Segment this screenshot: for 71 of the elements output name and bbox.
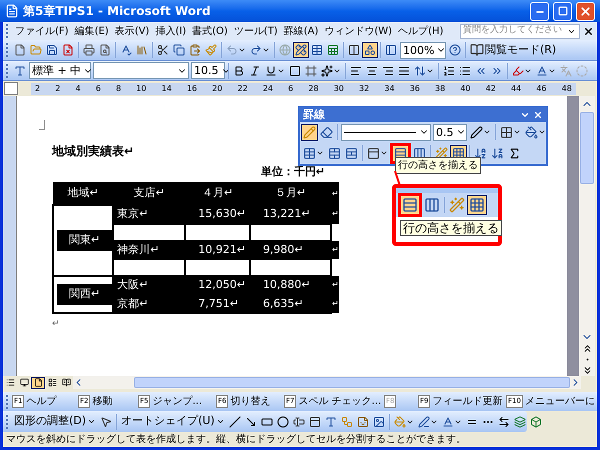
table-cell: 東京↵ xyxy=(113,205,186,224)
menu-item[interactable]: ウィンドウ(W) xyxy=(321,24,396,38)
ruler-number: 28 xyxy=(308,82,319,94)
toolbar-button[interactable]: 図形の調整(D) xyxy=(12,412,98,432)
combo-value: 標準 + 中 xyxy=(32,65,82,76)
table-cell: 10,880↵ xyxy=(250,276,331,294)
paragraph-mark: ↵ xyxy=(52,318,60,331)
function-key-label: 切り替え xyxy=(230,394,270,409)
toolbar-button[interactable]: 閲覧モード(R) xyxy=(468,40,558,60)
ruler-number: 38 xyxy=(435,82,446,94)
ruler-number: 2 xyxy=(55,82,60,94)
function-key-label: 移動 xyxy=(92,395,112,409)
ruler-number: 8 xyxy=(116,82,122,94)
column-header: 地域↵ xyxy=(53,182,114,205)
tooltip: 行の高さを揃える xyxy=(395,157,481,174)
table-cell: 12,050↵ xyxy=(185,276,250,294)
table-cell: 関東↵ xyxy=(57,230,112,251)
ruler-number: 36 xyxy=(410,82,420,94)
heading: 地域別実績表↵ xyxy=(52,143,134,160)
combo-value: 0.5 xyxy=(436,126,454,138)
menu-item[interactable]: ヘルプ(H) xyxy=(395,24,446,38)
combo-value: 10.5 xyxy=(194,65,218,76)
function-key-label: スペル チェック... xyxy=(298,395,382,409)
tooltip: 行の高さを揃える xyxy=(400,220,502,236)
table-cell: 関西↵ xyxy=(57,284,112,305)
window-title: 第5章TIPS1 - Microsoft Word xyxy=(23,3,212,20)
table-cell: 13,221↵ xyxy=(250,205,331,224)
function-key-label: ヘルプ xyxy=(26,394,56,409)
ruler-number: 2 xyxy=(35,82,40,94)
toolbar-button[interactable]: オートシェイプ(U) xyxy=(119,412,227,432)
table-cell: 大阪↵ xyxy=(113,276,186,294)
ruler-number: 44 xyxy=(511,82,522,94)
ruler-number: 32 xyxy=(359,82,370,94)
function-key-label: メニューバーに xyxy=(524,395,595,409)
column-header: 支店↵ xyxy=(113,182,186,205)
ruler-number: 10 xyxy=(136,82,146,94)
combo-box[interactable]: 0.5 xyxy=(433,124,467,140)
ruler-number: 46 xyxy=(536,82,547,94)
combo-value: 100% xyxy=(403,44,434,56)
ruler-number: 14 xyxy=(162,82,172,94)
menu-item[interactable]: 書式(O) xyxy=(189,24,231,38)
combo-box[interactable]: 100% xyxy=(400,42,446,58)
unit-label: 単位：千円↵ xyxy=(260,164,325,180)
function-key-label: ジャンプ... xyxy=(152,394,202,409)
ruler-number: 34 xyxy=(384,82,395,94)
ruler-number: 48 xyxy=(562,82,572,94)
menu-item[interactable]: 挿入(I) xyxy=(152,24,190,38)
ruler-number: 24 xyxy=(262,82,273,94)
combo-box[interactable]: 10.5 xyxy=(191,62,225,79)
menu-item[interactable]: 罫線(A) xyxy=(280,24,322,38)
ruler-number: 30 xyxy=(334,82,344,94)
ruler-number: 16 xyxy=(186,82,198,94)
ruler-number: 22 xyxy=(237,82,248,94)
menu-item[interactable]: 編集(E) xyxy=(72,24,112,38)
ruler-number: 42 xyxy=(486,82,496,94)
ruler-number: 6 xyxy=(96,82,101,94)
search-field[interactable]: 質問を入力してください xyxy=(460,24,580,38)
function-key-label: フィールド更新 xyxy=(432,394,502,409)
table-cell: 15,630↵ xyxy=(185,205,250,224)
column-header: ４月↵ xyxy=(185,182,250,205)
status-text: マウスを斜めにドラッグして表を作成します。縦、横にドラッグしてセルを分割することができます。 xyxy=(6,432,466,447)
ruler-number: 20 xyxy=(212,82,222,94)
menu-item[interactable]: 表示(V) xyxy=(112,24,152,38)
menu-item[interactable]: ツール(T) xyxy=(230,24,281,38)
toolbar-title: 罫線 xyxy=(303,106,326,123)
menu-item[interactable]: ファイル(F) xyxy=(12,24,72,38)
ruler-number: 40 xyxy=(460,82,471,94)
ruler-number: 6 xyxy=(288,82,294,94)
ruler-number: 4 xyxy=(75,82,81,94)
combo-box[interactable]: 標準 + 中 xyxy=(29,62,91,79)
column-header: ５月↵ xyxy=(250,182,331,205)
